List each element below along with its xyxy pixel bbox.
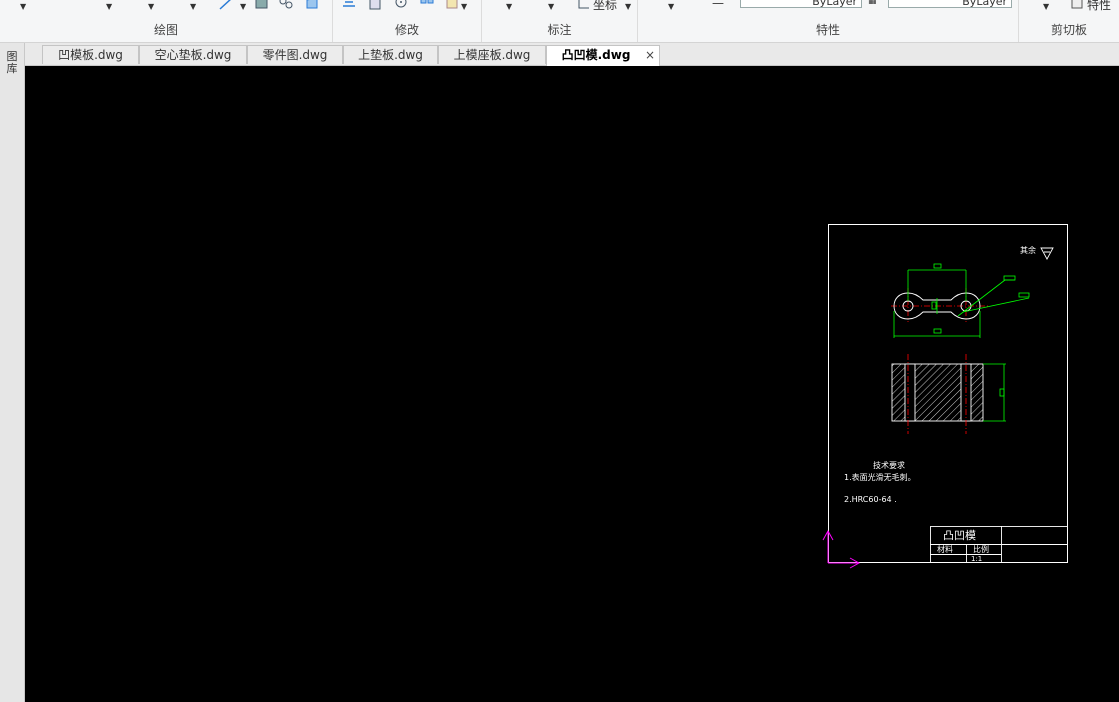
coordinate-button[interactable]: 坐标 [593, 0, 617, 13]
tab-file-4[interactable]: 上垫板.dwg [343, 45, 438, 64]
scale-value: 1:1 [971, 555, 982, 563]
tab-file-5[interactable]: 上模座板.dwg [438, 45, 546, 64]
annotate-section-label: 标注 [547, 23, 572, 37]
tab-file-2[interactable]: 空心垫板.dwg [139, 45, 247, 64]
modify-section: ▼ 修改 [333, 0, 482, 42]
array-tool-icon[interactable] [419, 0, 435, 10]
material-label: 材料 [937, 544, 953, 554]
clipboard-section: ▼ 特性 剪切板 [1019, 0, 1119, 42]
dropdown-arrow-icon[interactable]: ▼ [240, 2, 246, 11]
clipboard-section-label: 剪切板 [1050, 23, 1087, 37]
line-tool-icon[interactable] [218, 0, 234, 10]
close-icon[interactable]: × [645, 46, 655, 65]
properties-section-label: 特性 [815, 23, 840, 37]
annotate-section: ▼ ▼ 坐标 ▼ 标注 [482, 0, 638, 42]
part-name: 凸凹模 [943, 529, 976, 542]
tab-label: 凹模板.dwg [58, 48, 123, 62]
tech-requirement-1: 1.表面光滑无毛刺。 [844, 472, 916, 482]
tab-file-3[interactable]: 零件图.dwg [247, 45, 343, 64]
roughness-note: 其余 [1020, 245, 1036, 255]
dropdown-arrow-icon[interactable]: ▼ [461, 2, 467, 11]
tab-file-1[interactable]: 凹模板.dwg [42, 45, 139, 64]
group-tool-icon[interactable] [278, 0, 294, 10]
lineweight-select[interactable]: ByLayer [888, 0, 1012, 8]
tab-label: 空心垫板.dwg [154, 48, 232, 62]
dropdown-arrow-icon[interactable]: ▼ [1043, 2, 1049, 11]
stretch-tool-icon[interactable] [367, 0, 383, 10]
lineweight-icon[interactable]: — [712, 0, 724, 10]
tab-label: 凸凹模.dwg [561, 48, 631, 62]
top-view [891, 263, 1030, 338]
dropdown-arrow-icon[interactable]: ▼ [148, 2, 154, 11]
tech-requirement-2: 2.HRC60-64 . [844, 495, 897, 504]
draw-section: ▼ ▼ ▼ ▼ ▼ 绘图 [0, 0, 333, 42]
left-panel: 图库 [0, 43, 25, 702]
tab-label: 上模座板.dwg [453, 48, 531, 62]
copy-tool-icon[interactable] [341, 0, 357, 10]
tab-label: 上垫板.dwg [358, 48, 423, 62]
rotate-tool-icon[interactable] [393, 0, 409, 10]
dropdown-arrow-icon[interactable]: ▼ [106, 2, 112, 11]
properties-button[interactable]: 特性 [1087, 0, 1111, 13]
drawing-svg: 其余 技术要求 1.表面光滑无毛刺。 2.HRC60-64 . 凸凹模 材料 比… [822, 224, 1068, 569]
tab-label: 零件图.dwg [262, 48, 328, 62]
section-view [891, 354, 1006, 434]
dropdown-arrow-icon[interactable]: ▼ [190, 2, 196, 11]
ribbon: ▼ ▼ ▼ ▼ ▼ 绘图 ▼ 修改 ▼ ▼ 坐标 ▼ 标注 ▼ — ByLaye… [0, 0, 1119, 43]
scale-label: 比例 [973, 544, 989, 554]
coordinate-dim-icon[interactable] [576, 0, 592, 10]
document-tab-bar: 凹模板.dwg 空心垫板.dwg 零件图.dwg 上垫板.dwg 上模座板.dw… [0, 43, 1119, 66]
properties-section: ▼ — ByLayer ▦ ByLayer 特性 [638, 0, 1019, 42]
drawing-canvas[interactable]: 其余 技术要求 1.表面光滑无毛刺。 2.HRC60-64 . 凸凹模 材料 比… [25, 66, 1119, 702]
linetype-select[interactable]: ByLayer [740, 0, 862, 8]
region-tool-icon[interactable] [304, 0, 320, 10]
tab-file-active[interactable]: 凸凹模.dwg × [546, 45, 660, 66]
library-panel-tab[interactable]: 图库 [5, 51, 19, 75]
dropdown-arrow-icon[interactable]: ▼ [668, 2, 674, 11]
edit-tool-icon[interactable] [445, 0, 461, 10]
hatch-tool-icon[interactable] [254, 0, 270, 10]
draw-section-label: 绘图 [153, 23, 178, 37]
dropdown-arrow-icon[interactable]: ▼ [548, 2, 554, 11]
dropdown-arrow-icon[interactable]: ▼ [625, 2, 631, 11]
roughness-symbol [1040, 247, 1054, 260]
dropdown-arrow-icon[interactable]: ▼ [506, 2, 512, 11]
properties-icon[interactable] [1069, 0, 1085, 10]
lineweight-pattern-icon[interactable]: ▦ [868, 0, 877, 6]
dropdown-arrow-icon[interactable]: ▼ [20, 2, 26, 11]
modify-section-label: 修改 [394, 23, 419, 37]
tech-requirements-title: 技术要求 [873, 460, 905, 470]
